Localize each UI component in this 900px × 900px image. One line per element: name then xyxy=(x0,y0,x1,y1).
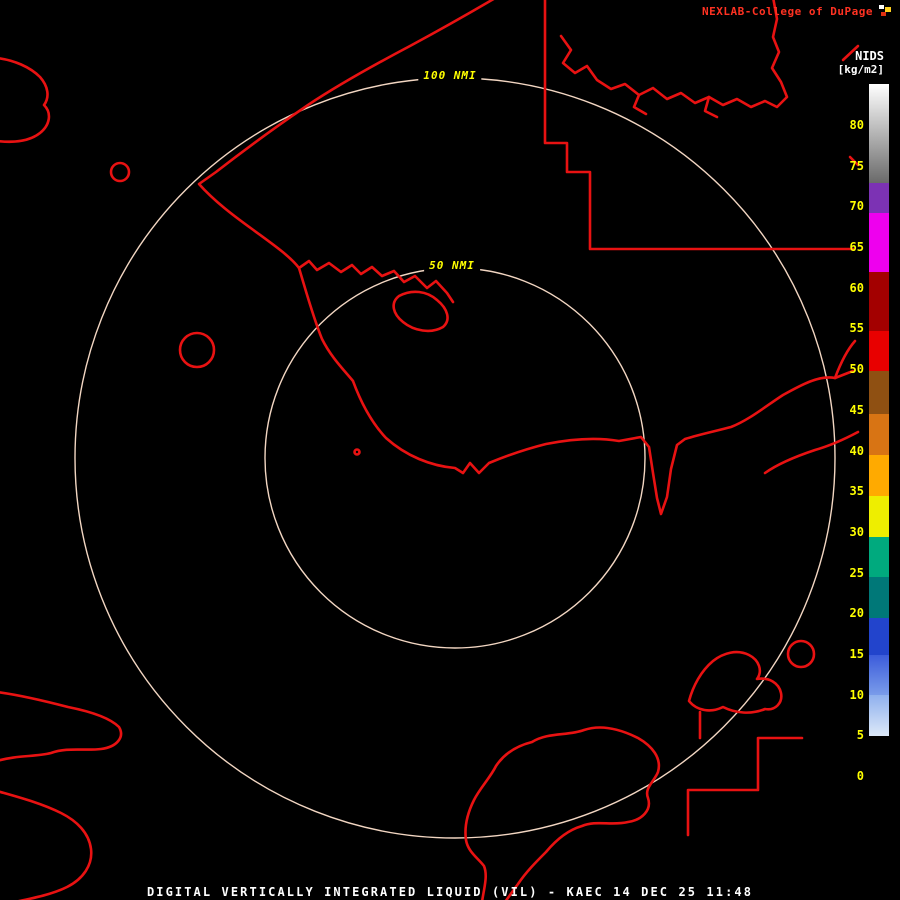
coastline-southwest-upper xyxy=(0,691,123,762)
colorbar-segment xyxy=(869,454,889,496)
range-ring-100nmi xyxy=(74,77,836,839)
colorbar-segment xyxy=(869,370,889,415)
colorbar xyxy=(869,84,889,793)
range-rings xyxy=(74,77,836,839)
island-southeast xyxy=(786,639,816,669)
colorbar-segment xyxy=(869,535,889,578)
brand-text: NEXLAB-College of DuPage xyxy=(702,5,873,18)
inner-ring-label: 50 NMI xyxy=(424,258,480,273)
islet-center xyxy=(353,448,361,456)
legend-product-label: NIDS xyxy=(855,49,884,63)
inlet-east xyxy=(763,430,860,475)
coastline-northwest-blob xyxy=(0,57,51,144)
map-outlines xyxy=(0,0,860,900)
coastline-northeast-branch1 xyxy=(632,93,648,116)
colorbar-segment xyxy=(869,181,889,213)
edge-mark-east1 xyxy=(848,155,860,167)
colorbar-segment xyxy=(869,413,889,456)
coastline-main xyxy=(197,0,855,516)
colorbar-segment xyxy=(869,576,889,618)
colorbar-segment xyxy=(869,330,889,372)
outer-ring-label: 100 NMI xyxy=(418,68,482,83)
colorbar-segment xyxy=(869,84,889,183)
colorbar-segment xyxy=(869,212,889,273)
colorbar-segment xyxy=(869,271,889,331)
lake-west xyxy=(178,331,216,369)
range-ring-50nmi xyxy=(264,267,646,649)
status-bar: DIGITAL VERTICALLY INTEGRATED LIQUID (VI… xyxy=(146,885,754,899)
colorbar-segment xyxy=(869,735,889,793)
legend-units-label: [kg/m2] xyxy=(837,63,884,76)
colorbar-segment xyxy=(869,653,889,696)
radar-display: 100 NMI 50 NMI NEXLAB-College of DuPage … xyxy=(0,0,900,900)
coastline-southwest-lower xyxy=(0,790,93,900)
island-northwest xyxy=(109,161,131,183)
coastline-south-blob xyxy=(464,726,661,900)
colorbar-segment xyxy=(869,694,889,736)
boundary-northeast xyxy=(543,0,855,251)
boundary-southeast xyxy=(686,736,804,837)
coastline-southeast-blob xyxy=(687,650,783,714)
brand-logo-icon xyxy=(878,4,894,18)
colorbar-segment xyxy=(869,617,889,655)
colorbar-segment xyxy=(869,495,889,537)
radar-map xyxy=(0,0,860,900)
pond-outline xyxy=(392,290,449,333)
